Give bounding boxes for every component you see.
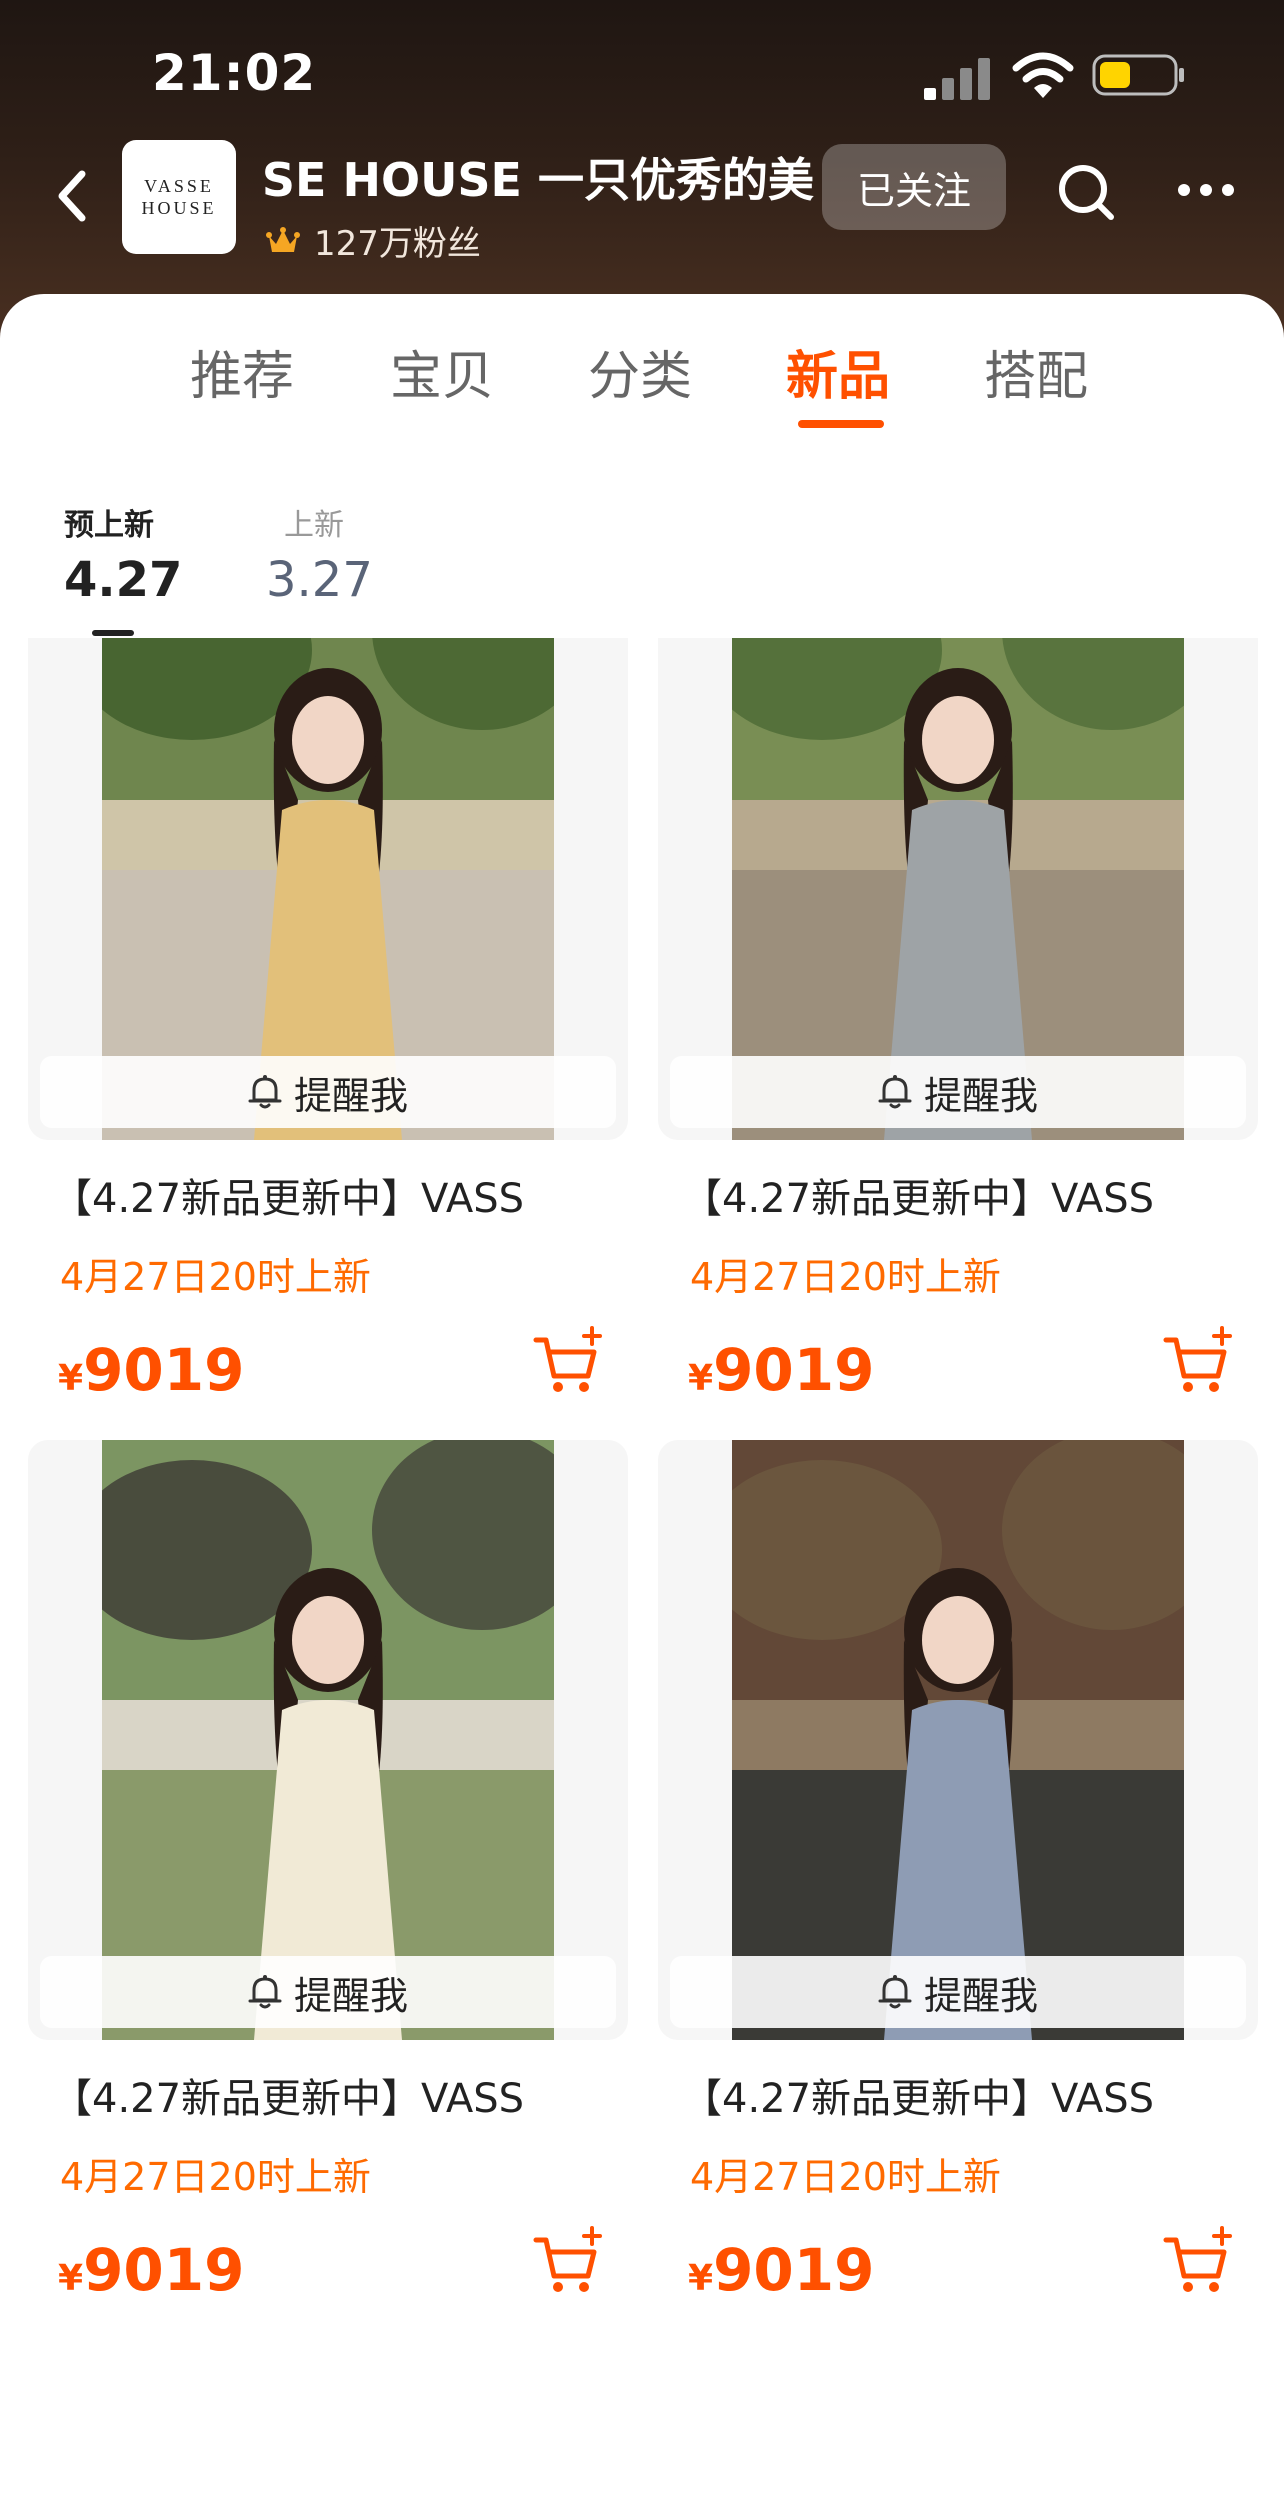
cart-add-icon[interactable] — [1162, 2226, 1236, 2298]
currency-symbol: ¥ — [58, 2258, 84, 2299]
cart-add-icon[interactable] — [532, 2226, 606, 2298]
tab-category[interactable]: 分类 — [588, 334, 692, 409]
price-value: 9019 — [83, 2236, 245, 2304]
product-image-box[interactable]: 提醒我 — [28, 638, 628, 1140]
search-icon[interactable] — [1056, 162, 1116, 222]
subtab-preview[interactable]: 预上新 4.27 — [64, 500, 204, 608]
wifi-icon — [1012, 52, 1074, 98]
subtab-preview-date: 4.27 — [64, 552, 183, 608]
remind-label: 提醒我 — [923, 1973, 1038, 2018]
cart-add-icon[interactable] — [1162, 1326, 1236, 1398]
status-time: 21:02 — [152, 44, 317, 102]
shop-logo[interactable]: VASSE HOUSE — [122, 140, 236, 254]
shop-name: SSE HOUSE 一只优秀的美 — [262, 153, 814, 204]
more-dots-icon[interactable] — [1176, 178, 1236, 202]
bell-icon — [878, 1075, 912, 1109]
product-title[interactable]: 【4.27新品更新中】VASS — [52, 2066, 524, 2124]
bell-icon — [878, 1975, 912, 2009]
product-card-6[interactable]: 提醒我 【4.27新品更新中】VASS 4月27日20时上新 ¥9019 — [658, 1440, 1258, 2440]
product-price: ¥9019 — [688, 1336, 875, 1404]
launch-time: 4月27日20时上新 — [690, 2155, 1001, 2199]
remind-label: 提醒我 — [923, 1073, 1038, 1118]
main-tabs: 推荐 宝贝 分类 新品 搭配 — [0, 334, 1284, 424]
logo-line1: VASSE — [144, 176, 214, 196]
logo-line2: HOUSE — [141, 198, 217, 218]
product-title[interactable]: 【4.27新品更新中】VASS — [682, 2066, 1154, 2124]
currency-symbol: ¥ — [58, 1358, 84, 1399]
launch-time: 4月27日20时上新 — [60, 1255, 371, 1299]
product-title[interactable]: 【4.27新品更新中】VASS — [682, 1166, 1154, 1224]
shop-header: 21:02 VASSE HOUSE SSE HOUSE 一只优秀的美 127万粉… — [0, 0, 1284, 340]
subtab-launched-date: 3.27 — [266, 552, 373, 608]
cart-add-icon[interactable] — [532, 1326, 606, 1398]
crown-icon — [266, 226, 300, 252]
product-card-5[interactable]: 提醒我 【4.27新品更新中】VASS 4月27日20时上新 ¥9019 — [28, 1440, 628, 2440]
product-photo — [732, 1440, 1184, 2040]
follow-button[interactable]: 已关注 — [822, 144, 1006, 230]
launch-time: 4月27日20时上新 — [60, 2155, 371, 2199]
product-photo — [102, 1440, 554, 2040]
tab-recommend[interactable]: 推荐 — [190, 334, 294, 409]
price-value: 9019 — [713, 1336, 875, 1404]
remind-me-button[interactable]: 提醒我 — [40, 1056, 616, 1128]
active-subtab-indicator — [92, 630, 134, 636]
fans-text: 127万粉丝 — [314, 224, 481, 264]
product-card-3[interactable]: 提醒我 【4.27新品更新中】VASS 4月27日20时上新 ¥9019 — [28, 638, 628, 1540]
product-title[interactable]: 【4.27新品更新中】VASS — [52, 1166, 524, 1224]
remind-label: 提醒我 — [293, 1073, 408, 1118]
product-card-4[interactable]: 提醒我 【4.27新品更新中】VASS 4月27日20时上新 ¥9019 — [658, 638, 1258, 1540]
remind-me-button[interactable]: 提醒我 — [40, 1956, 616, 2028]
product-image-box[interactable]: 提醒我 — [658, 1440, 1258, 2040]
subtab-preview-label: 预上新 — [64, 508, 154, 543]
product-price: ¥9019 — [58, 2236, 245, 2304]
shop-nav-bar: VASSE HOUSE SSE HOUSE 一只优秀的美 127万粉丝 已关注 — [0, 140, 1284, 280]
back-arrow-icon[interactable] — [44, 160, 98, 232]
remind-me-button[interactable]: 提醒我 — [670, 1056, 1246, 1128]
status-bar: 21:02 — [0, 0, 1284, 140]
subtab-launched-label: 上新 — [284, 508, 344, 543]
product-image-box[interactable]: 提醒我 — [28, 1440, 628, 2040]
tab-items[interactable]: 宝贝 — [390, 334, 494, 409]
shop-name-container[interactable]: SSE HOUSE 一只优秀的美 — [262, 144, 814, 204]
subtab-launched[interactable]: 上新 3.27 — [266, 500, 406, 608]
battery-icon — [1092, 54, 1184, 96]
content-panel: 推荐 宝贝 分类 新品 搭配 预上新 4.27 上新 3.27 提醒我 【4.2… — [0, 294, 1284, 2506]
signal-icon — [924, 58, 990, 100]
remind-me-button[interactable]: 提醒我 — [670, 1956, 1246, 2028]
product-image-box[interactable]: 提醒我 — [658, 638, 1258, 1140]
remind-label: 提醒我 — [293, 1973, 408, 2018]
currency-symbol: ¥ — [688, 1358, 714, 1399]
tab-new-arrivals[interactable]: 新品 — [786, 334, 890, 409]
product-price: ¥9019 — [58, 1336, 245, 1404]
price-value: 9019 — [83, 1336, 245, 1404]
tab-outfits[interactable]: 搭配 — [984, 334, 1088, 409]
price-value: 9019 — [713, 2236, 875, 2304]
bell-icon — [248, 1075, 282, 1109]
active-tab-indicator — [798, 420, 884, 428]
launch-time: 4月27日20时上新 — [690, 1255, 1001, 1299]
fans-count: 127万粉丝 — [266, 216, 481, 265]
currency-symbol: ¥ — [688, 2258, 714, 2299]
bell-icon — [248, 1975, 282, 2009]
product-price: ¥9019 — [688, 2236, 875, 2304]
product-grid: 提醒我 【4.27新品更新中】VASS 4月27日20时上新 ¥9019 提醒我… — [0, 638, 1284, 2506]
